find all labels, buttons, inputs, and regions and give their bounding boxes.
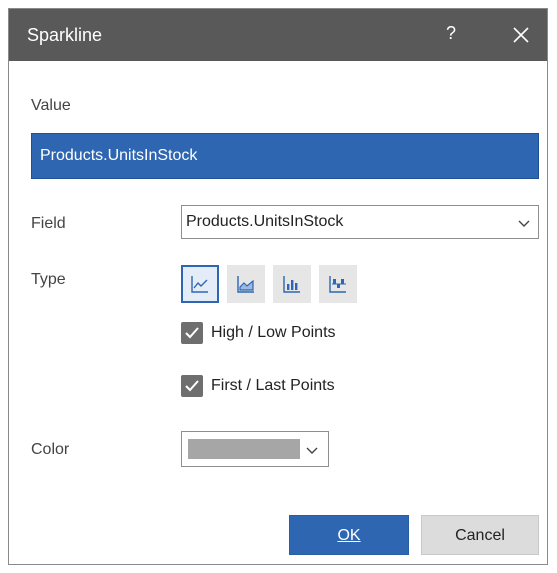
ok-button-label: OK [337,527,361,544]
color-label: Color [31,441,70,458]
close-icon[interactable] [507,21,535,49]
cancel-button[interactable]: Cancel [421,515,539,555]
checkmark-icon [185,380,199,392]
color-picker-dropdown[interactable] [181,431,329,467]
ok-button[interactable]: OK [289,515,409,555]
help-button[interactable]: ? [439,23,463,47]
title-bar: Sparkline ? [9,9,547,61]
type-line-button[interactable] [181,265,219,303]
checkmark-icon [185,327,199,339]
value-label: Value [31,97,71,114]
high-low-points-label: High / Low Points [211,324,336,341]
field-label: Field [31,215,66,232]
line-sparkline-icon [191,276,208,293]
win-loss-sparkline-icon [329,276,346,293]
type-label: Type [31,271,66,288]
value-expression-box[interactable]: Products.UnitsInStock [31,133,539,179]
type-winloss-button[interactable] [319,265,357,303]
cancel-button-label: Cancel [455,527,505,544]
area-sparkline-icon [237,276,254,293]
chevron-down-icon [518,220,530,227]
field-dropdown-value: Products.UnitsInStock [186,213,344,230]
dialog-title: Sparkline [27,25,103,45]
chevron-down-icon [306,447,318,454]
sparkline-dialog: Sparkline ? Value Products.UnitsInStock … [8,8,548,565]
color-swatch [188,439,300,459]
checkbox-checked[interactable] [181,375,203,397]
type-bar-button[interactable] [273,265,311,303]
type-area-button[interactable] [227,265,265,303]
first-last-points-label: First / Last Points [211,377,335,394]
checkbox-checked[interactable] [181,322,203,344]
field-dropdown[interactable]: Products.UnitsInStock [181,205,539,239]
bar-sparkline-icon [283,276,300,293]
